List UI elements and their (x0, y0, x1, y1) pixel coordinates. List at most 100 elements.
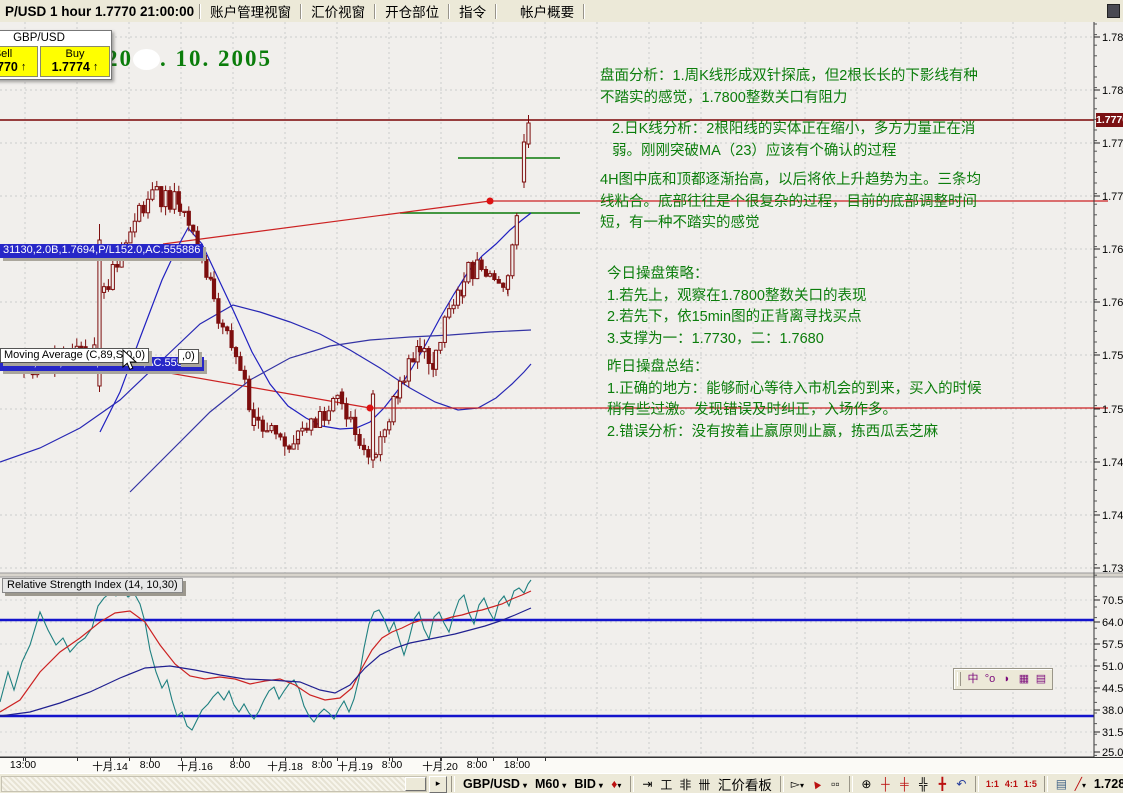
axis-label: 38.0 (1102, 705, 1123, 717)
date-annotation: 20. 10. 2005 (106, 46, 272, 71)
trading-app-window: P/USD 1 hour 1.7770 21:00:00 账户管理视窗 汇价视窗开… (0, 0, 1123, 793)
time-axis-label: 13:00 (9, 759, 37, 771)
sell-quote-button[interactable]: Sell 1.7770↑ (0, 46, 38, 77)
buy-value: 1.7774 (51, 60, 90, 74)
time-axis-label: 8:00 (466, 759, 488, 771)
quote-panel: GBP/USD Sell 1.7770↑ Buy 1.7774↑ (0, 30, 112, 80)
axis-label: 1.7350 (1102, 563, 1123, 575)
time-axis-label: 8:00 (381, 759, 403, 771)
menu-item-5[interactable]: 帐户概要 (511, 1, 583, 21)
scale-1-5-icon[interactable]: 1:5 (1021, 776, 1040, 793)
time-tick (545, 758, 546, 761)
sell-value: 1.7770 (0, 60, 18, 74)
analysis-text-block-2: 2.日K线分析：2根阳线的实体正在缩小，多方力量正在消 弱。刚刚突破MA（23）… (612, 121, 976, 159)
chevron-down-icon: ▾ (617, 780, 622, 790)
analysis-text-block-4: 今日操盘策略： 1.若先上，观察在1.7800整数关口的表现 2.若先下，依15… (607, 266, 867, 347)
zoom-icon[interactable]: ⊕ (857, 776, 876, 793)
axis-label: 57.5 (1102, 639, 1123, 651)
menu-item-2[interactable]: 汇价视窗 (302, 1, 374, 21)
grid-columns-icon[interactable]: 非 (676, 776, 695, 793)
undo-icon[interactable]: ↶ (952, 776, 971, 793)
buy-up-arrow-icon: ↑ (92, 61, 99, 73)
moon-icon[interactable]: ◗ (999, 671, 1015, 687)
period-selector[interactable]: M60 ▾ (531, 777, 570, 791)
axis-label: 1.7600 (1102, 297, 1123, 309)
vertical-scale-icon[interactable]: 工 (657, 776, 676, 793)
floating-toolbar: 中 °o ◗ ▦ ▤ (953, 668, 1053, 690)
horizontal-scrollbar[interactable] (1, 776, 427, 792)
time-axis-label: 十月.20 (422, 761, 458, 773)
scrollbar-thumb[interactable] (405, 777, 426, 791)
symbol-selector[interactable]: GBP/USD ▾ (459, 777, 531, 791)
hatch-icon[interactable]: 卌 (695, 776, 714, 793)
scale-1-1-icon[interactable]: 1:1 (983, 776, 1002, 793)
toolbar-icon-group: ♦ ▾ ⇥ 工非卌汇价看板 ▻ ▾ ▲ ▫▫ ⊕ ┼ ╪ ╬ ╋ ↶ 1:1 4:1 1:5 ▤ ╱ ▾ (607, 775, 1090, 793)
white-blob (133, 49, 160, 70)
analysis-text-block-3: 4H图中底和顶都逐渐抬高，以后将依上升趋势为主。三条均 线粘合。底部往往是个很复… (600, 172, 982, 231)
quote-row: Sell 1.7770↑ Buy 1.7774↑ (0, 46, 111, 79)
mouse-cursor-icon (122, 348, 138, 371)
axis-label: 1.7450 (1102, 457, 1123, 469)
axis-label: 51.0 (1102, 661, 1123, 673)
toolbar-grip[interactable] (957, 672, 961, 686)
chart-area: 1.7850 1.7800 1.7750 1.7700 1.7650 1.7600 1.75… (0, 22, 1123, 757)
axis-label: 1.7850 (1102, 32, 1123, 44)
axis-label: 1.7650 (1102, 244, 1123, 256)
crosshair-small-icon[interactable]: ┼ (876, 776, 895, 793)
scale-4-1-icon[interactable]: 4:1 (1002, 776, 1021, 793)
price-board-button[interactable]: 汇价看板 (714, 776, 776, 793)
crosshair-move-icon[interactable]: ╪ (895, 776, 914, 793)
symbol-icon[interactable]: 中 (965, 671, 981, 687)
axis-label: 64.0 (1102, 617, 1123, 629)
time-tick (129, 758, 130, 761)
quote-symbol: GBP/USD (13, 32, 65, 44)
axis-label: 25.0 (1102, 747, 1123, 757)
axis-label: 44.5 (1102, 683, 1123, 695)
time-axis-label: 8:00 (311, 759, 333, 771)
buy-quote-button[interactable]: Buy 1.7774 ↑ (40, 46, 110, 77)
crosshair-large-icon[interactable]: ╋ (933, 776, 952, 793)
object-nodes-icon[interactable]: ▫▫ (826, 776, 845, 793)
ma-tooltip-extra: ,0) (178, 349, 199, 364)
price-type-selector[interactable]: BID ▾ (570, 777, 607, 791)
menu-separator (583, 3, 586, 19)
chevron-down-icon: ▾ (522, 780, 527, 790)
menu-item-1[interactable]: 账户管理视窗 (201, 1, 300, 21)
scroll-right-button[interactable]: ▸ (429, 775, 447, 793)
cursor-select-icon[interactable]: ▻ ▾ (788, 776, 807, 793)
menu-item-3[interactable]: 开仓部位 (376, 1, 448, 21)
draw-pointer-icon[interactable]: ▲ (807, 775, 826, 793)
menu-item-4[interactable]: 指令 (450, 1, 495, 21)
toolbar-separator (629, 776, 634, 792)
jump-to-latest-icon[interactable]: ⇥ (638, 776, 657, 793)
page-icon[interactable]: ▤ (1052, 776, 1071, 793)
chart-window-title: P/USD 1 hour 1.7770 21:00:00 (5, 3, 195, 19)
analysis-text-block-5: 昨日操盘总结： 1.正确的地方：能够耐心等待入市机会的到来，买入的时候 稍有些过… (607, 359, 982, 440)
rsi-indicator-label: Relative Strength Index (14, 10,30) (2, 578, 183, 593)
keyboard-icon[interactable]: ▦ (1016, 671, 1032, 687)
dots-icon[interactable]: °o (982, 671, 998, 687)
chevron-down-icon: ▾ (562, 780, 567, 790)
last-price-display[interactable]: 1.7287▾ (1090, 777, 1123, 791)
axis-label: 1.7750 (1102, 138, 1123, 150)
time-tick (493, 758, 494, 761)
time-axis: 13:00 十月.14 8:00 十月.16 8:00 十月.18 8:00 十月.19 8:0… (0, 757, 1123, 773)
crosshair-grid-icon[interactable]: ╬ (914, 776, 933, 793)
axis-label: 1.7400 (1102, 510, 1123, 522)
toolbar-separator (974, 776, 979, 792)
window-control[interactable] (1107, 4, 1120, 18)
toolbar-separator (451, 776, 455, 792)
axis-label: 1.7550 (1102, 350, 1123, 362)
chart-style-icon[interactable]: ♦ ▾ (607, 776, 626, 793)
notes-icon[interactable]: ▤ (1033, 671, 1049, 687)
axis-label: 70.5 (1102, 595, 1123, 607)
time-axis-label: 18:00 (503, 759, 531, 771)
menu-items: 账户管理视窗 汇价视窗 开仓部位 指令 帐户概要 (199, 1, 586, 21)
sell-up-arrow-icon: ↑ (20, 61, 27, 73)
bottom-toolbar: ▸ GBP/USD ▾ M60 ▾ BID ▾ ♦ ▾ ⇥ 工非卌汇价看板 ▻ ▾ ▲ ▫▫ ⊕ ┼ ╪ ╬… (0, 773, 1123, 793)
time-axis-label: 8:00 (139, 759, 161, 771)
menu-separator (495, 3, 498, 19)
current-price-tag: 1.7770 (1096, 113, 1123, 127)
axis-label: 1.7800 (1102, 85, 1123, 97)
trendline-icon[interactable]: ╱ ▾ (1071, 776, 1090, 793)
